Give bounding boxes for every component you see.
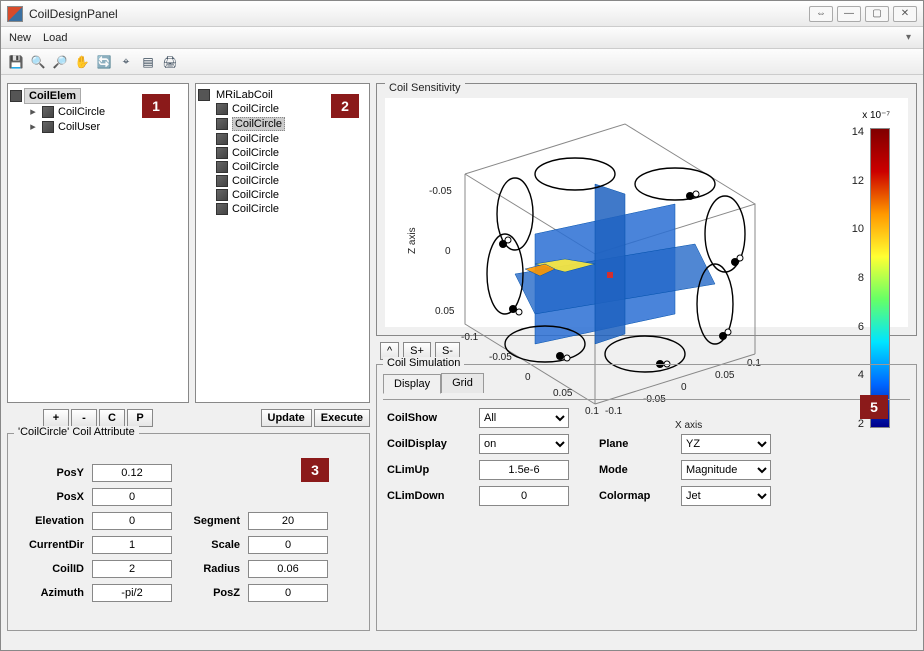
- attribute-title: 'CoilCircle' Coil Attribute: [14, 426, 139, 438]
- svg-text:0: 0: [445, 246, 451, 257]
- input-posy[interactable]: [92, 464, 172, 482]
- input-radius[interactable]: [248, 560, 328, 578]
- colorbar-icon[interactable]: ▤: [139, 53, 157, 71]
- tab-grid[interactable]: Grid: [441, 373, 484, 393]
- lbl-elevation: Elevation: [14, 515, 84, 527]
- content: CoilElem ▸CoilCircle ▸CoilUser 1 MRiLabC…: [1, 77, 923, 650]
- lbl-posx: PosX: [14, 491, 84, 503]
- input-posx[interactable]: [92, 488, 172, 506]
- input-segment[interactable]: [248, 512, 328, 530]
- input-scale[interactable]: [248, 536, 328, 554]
- simulation-title: Coil Simulation: [383, 357, 464, 369]
- save-icon[interactable]: 💾: [7, 53, 25, 71]
- select-coilshow[interactable]: All: [479, 408, 569, 428]
- lbl-climup: CLimUp: [383, 464, 463, 476]
- tree2-item-7[interactable]: CoilCircle: [198, 202, 367, 216]
- input-coilid[interactable]: [92, 560, 172, 578]
- lbl-posy: PosY: [14, 467, 84, 479]
- badge-2: 2: [331, 94, 359, 118]
- plot-title: Coil Sensitivity: [385, 82, 465, 94]
- app-icon: [7, 6, 23, 22]
- rotate-icon[interactable]: 🔄: [95, 53, 113, 71]
- colorbar-exponent: x 10⁻⁷: [862, 110, 890, 121]
- minimize-button[interactable]: —: [837, 6, 861, 22]
- badge-5: 5: [860, 395, 888, 419]
- tree2-item-6[interactable]: CoilCircle: [198, 188, 367, 202]
- window-root: CoilDesignPanel ⇔ — ▢ ✕ New Load ▾ 💾 🔍 🔎…: [0, 0, 924, 651]
- input-posz[interactable]: [248, 584, 328, 602]
- titlebar: CoilDesignPanel ⇔ — ▢ ✕: [1, 1, 923, 27]
- lbl-mode: Mode: [595, 464, 665, 476]
- right-column: Coil Sensitivity 4 x 10⁻⁷ 14 12 10 8 6 4: [376, 83, 917, 631]
- toolbar: 💾 🔍 🔎 ✋ 🔄 ⌖ ▤ 🖨: [1, 49, 923, 75]
- lbl-posz: PosZ: [180, 587, 240, 599]
- zlabel: Z axis: [407, 227, 418, 254]
- pan-icon[interactable]: ✋: [73, 53, 91, 71]
- menu-overflow-icon[interactable]: ▾: [906, 32, 915, 43]
- lbl-colormap: Colormap: [595, 490, 665, 502]
- input-climdown[interactable]: [479, 486, 569, 506]
- execute-button[interactable]: Execute: [314, 409, 370, 427]
- svg-text:-0.05: -0.05: [429, 186, 452, 197]
- plot-area[interactable]: x 10⁻⁷ 14 12 10 8 6 4 2: [385, 98, 908, 327]
- badge-3: 3: [301, 458, 329, 482]
- tree2-item-3[interactable]: CoilCircle: [198, 146, 367, 160]
- lbl-segment: Segment: [180, 515, 240, 527]
- select-colormap[interactable]: Jet: [681, 486, 771, 506]
- left-column: CoilElem ▸CoilCircle ▸CoilUser 1 MRiLabC…: [7, 83, 370, 631]
- design-tree[interactable]: MRiLabCoil CoilCircle CoilCircle CoilCir…: [195, 83, 370, 403]
- input-azimuth[interactable]: [92, 584, 172, 602]
- tree1-item-1[interactable]: ▸CoilUser: [10, 119, 186, 134]
- tree2-item-1[interactable]: CoilCircle: [198, 116, 367, 132]
- svg-text:-0.05: -0.05: [489, 352, 512, 363]
- lbl-plane: Plane: [595, 438, 665, 450]
- select-mode[interactable]: Magnitude: [681, 460, 771, 480]
- svg-text:0.05: 0.05: [435, 306, 455, 317]
- simulation-group: Coil Simulation 5 Display Grid CoilShow …: [376, 364, 917, 631]
- attribute-group: 'CoilCircle' Coil Attribute 3 PosY PosX …: [7, 433, 370, 631]
- zoom-in-icon[interactable]: 🔍: [29, 53, 47, 71]
- lbl-azimuth: Azimuth: [14, 587, 84, 599]
- menu-load[interactable]: Load: [43, 32, 67, 44]
- close-button[interactable]: ✕: [893, 6, 917, 22]
- lbl-scale: Scale: [180, 539, 240, 551]
- menu-new[interactable]: New: [9, 32, 31, 44]
- print-icon[interactable]: 🖨: [161, 53, 179, 71]
- add-button[interactable]: +: [43, 409, 69, 427]
- help-button[interactable]: ⇔: [809, 6, 833, 22]
- zoom-out-icon[interactable]: 🔎: [51, 53, 69, 71]
- lbl-climdown: CLimDown: [383, 490, 463, 502]
- copy-button[interactable]: C: [99, 409, 125, 427]
- lbl-currentdir: CurrentDir: [14, 539, 84, 551]
- input-climup[interactable]: [479, 460, 569, 480]
- lbl-coilid: CoilID: [14, 563, 84, 575]
- tree2-item-4[interactable]: CoilCircle: [198, 160, 367, 174]
- tree2-item-5[interactable]: CoilCircle: [198, 174, 367, 188]
- select-plane[interactable]: YZ: [681, 434, 771, 454]
- tree1-root[interactable]: CoilElem: [24, 88, 81, 104]
- tree2-item-2[interactable]: CoilCircle: [198, 132, 367, 146]
- select-coildisplay[interactable]: on: [479, 434, 569, 454]
- remove-button[interactable]: -: [71, 409, 97, 427]
- lbl-coildisplay: CoilDisplay: [383, 438, 463, 450]
- plot-panel: Coil Sensitivity 4 x 10⁻⁷ 14 12 10 8 6 4: [376, 83, 917, 336]
- lbl-coilshow: CoilShow: [383, 412, 463, 424]
- tree2-root[interactable]: MRiLabCoil: [212, 88, 277, 102]
- library-tree[interactable]: CoilElem ▸CoilCircle ▸CoilUser 1: [7, 83, 189, 403]
- paste-button[interactable]: P: [127, 409, 153, 427]
- menu-bar: New Load ▾: [1, 27, 923, 49]
- datacursor-icon[interactable]: ⌖: [117, 53, 135, 71]
- window-title: CoilDesignPanel: [29, 7, 118, 21]
- update-button[interactable]: Update: [261, 409, 312, 427]
- svg-text:-0.1: -0.1: [461, 332, 479, 343]
- maximize-button[interactable]: ▢: [865, 6, 889, 22]
- lbl-radius: Radius: [180, 563, 240, 575]
- input-elevation[interactable]: [92, 512, 172, 530]
- badge-1: 1: [142, 94, 170, 118]
- tab-display[interactable]: Display: [383, 374, 441, 394]
- input-currentdir[interactable]: [92, 536, 172, 554]
